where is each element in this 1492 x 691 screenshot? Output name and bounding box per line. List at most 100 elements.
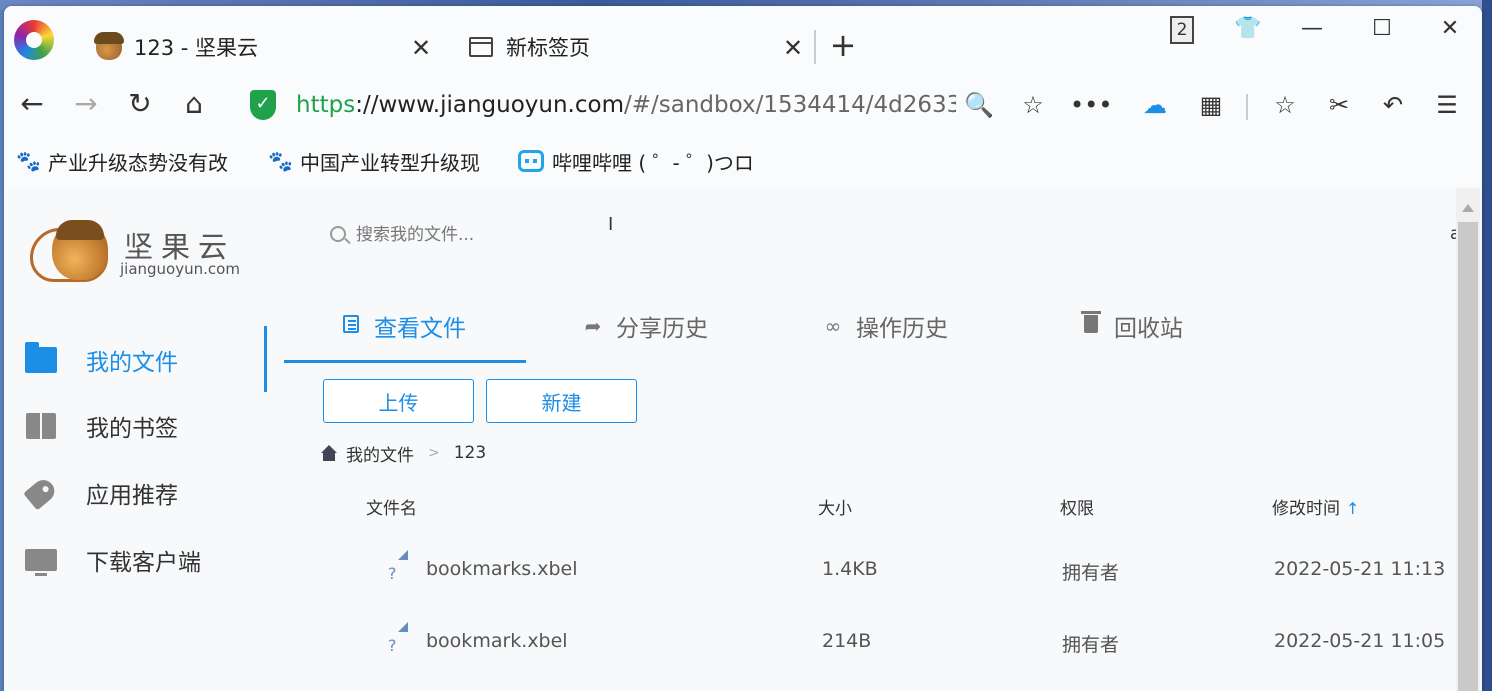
forward-icon[interactable]: → xyxy=(68,86,104,122)
new-button[interactable]: 新建 xyxy=(486,379,637,423)
favorites-list-icon[interactable]: ☆ xyxy=(1268,88,1302,122)
tab-view-files[interactable]: 查看文件 xyxy=(340,304,466,348)
sidebar-item-label: 我的文件 xyxy=(86,350,178,376)
back-icon[interactable]: ← xyxy=(14,86,50,122)
file-permission: 拥有者 xyxy=(1062,634,1120,656)
share-icon: ➦ xyxy=(584,314,602,338)
column-header-label: 修改时间 xyxy=(1272,499,1340,519)
bilibili-tv-icon xyxy=(518,150,544,172)
breadcrumb-root[interactable]: 我的文件 xyxy=(346,441,414,466)
column-header-size[interactable]: 大小 xyxy=(818,494,852,519)
unknown-file-icon: ? xyxy=(386,550,408,584)
upload-button[interactable]: 上传 xyxy=(323,379,474,423)
close-tab-icon[interactable]: ✕ xyxy=(408,34,434,62)
sidebar-item-label: 我的书签 xyxy=(86,416,178,442)
column-header-modified[interactable]: 修改时间 ↑ xyxy=(1272,494,1359,519)
sidebar-item-my-files[interactable]: 我的文件 xyxy=(24,338,178,382)
column-header-permission[interactable]: 权限 xyxy=(1060,494,1094,519)
file-size: 214B xyxy=(822,630,872,652)
logo-subtitle: jianguoyun.com xyxy=(120,260,240,278)
sort-ascending-icon: ↑ xyxy=(1346,499,1360,518)
url-host: ://www.jianguoyun.com xyxy=(355,92,624,118)
table-row[interactable]: ? bookmark.xbel 214B 拥有者 2022-05-21 11:0… xyxy=(304,614,1454,674)
sidebar-item-download-client[interactable]: 下载客户端 xyxy=(24,538,201,582)
window-count-button[interactable]: 2 xyxy=(1162,16,1202,46)
web-page: 坚果云 jianguoyun.com I a 我的文件 我的书签 应用推荐 下载… xyxy=(4,188,1482,691)
bookmarks-bar: 🐾 产业升级态势没有改 🐾 中国产业转型升级现 哔哩哔哩 ( ゜- ゜)つロ xyxy=(4,132,1482,188)
tab-label: 查看文件 xyxy=(374,316,466,342)
zoom-icon[interactable]: 🔍 xyxy=(962,88,996,122)
sidebar-item-label: 下载客户端 xyxy=(86,550,201,576)
tab-new-tab[interactable]: 新标签页 ✕ xyxy=(466,26,806,68)
reload-icon[interactable]: ↻ xyxy=(122,86,158,122)
tab-jianguoyun[interactable]: 123 - 坚果云 ✕ xyxy=(94,26,434,68)
jianguoyun-logo-icon[interactable] xyxy=(30,220,110,282)
sidebar-item-label: 应用推荐 xyxy=(86,483,178,509)
baidu-paw-icon: 🐾 xyxy=(268,149,293,173)
breadcrumb-current: 123 xyxy=(453,443,487,463)
address-bar[interactable]: https://www.jianguoyun.com/#/sandbox/153… xyxy=(296,86,956,124)
tab-title: 123 - 坚果云 xyxy=(134,36,259,60)
secure-shield-icon[interactable]: ✓ xyxy=(250,90,276,120)
toolbar-separator xyxy=(1246,94,1248,120)
search-input[interactable] xyxy=(356,220,756,250)
tag-icon xyxy=(23,475,59,511)
tab-label: 分享历史 xyxy=(616,316,708,342)
browser-window: 123 - 坚果云 ✕ 新标签页 ✕ + 2 👕 — ☐ ✕ ← → ↻ ⌂ ✓… xyxy=(4,6,1482,691)
bookmark-label: 哔哩哔哩 ( ゜- ゜)つロ xyxy=(552,150,754,175)
more-icon[interactable]: ••• xyxy=(1070,88,1112,122)
book-icon xyxy=(24,411,58,441)
search-icon xyxy=(330,226,346,242)
tab-separator xyxy=(814,30,816,64)
acorn-icon xyxy=(94,32,124,62)
url-path: /#/sandbox/1534414/4d2633 xyxy=(623,92,956,118)
text-cursor-icon: I xyxy=(608,214,614,235)
window-count-badge: 2 xyxy=(1170,16,1194,44)
breadcrumb-separator: > xyxy=(428,445,440,461)
new-tab-button[interactable]: + xyxy=(828,26,858,64)
new-tab-page-icon xyxy=(466,32,496,62)
page-scrollbar[interactable] xyxy=(1456,188,1480,691)
column-header-name[interactable]: 文件名 xyxy=(366,494,417,519)
table-row[interactable]: ? bookmarks.xbel 1.4KB 拥有者 2022-05-21 11… xyxy=(304,542,1454,602)
tab-label: 回收站 xyxy=(1114,316,1183,342)
undo-icon[interactable]: ↶ xyxy=(1376,88,1410,122)
monitor-icon xyxy=(24,545,58,576)
sidebar-item-apps[interactable]: 应用推荐 xyxy=(23,471,178,515)
file-size: 1.4KB xyxy=(822,558,878,580)
file-name[interactable]: bookmarks.xbel xyxy=(426,558,578,580)
home-icon[interactable]: ⌂ xyxy=(176,86,212,122)
bookmark-label: 中国产业转型升级现 xyxy=(300,150,480,175)
maximize-icon[interactable]: ☐ xyxy=(1362,16,1402,46)
tab-title: 新标签页 xyxy=(506,36,590,60)
tab-label: 操作历史 xyxy=(856,316,948,342)
scroll-up-arrow-icon[interactable] xyxy=(1462,204,1474,212)
tab-bar: 123 - 坚果云 ✕ 新标签页 ✕ + 2 👕 — ☐ ✕ xyxy=(4,6,1482,78)
window-close-icon[interactable]: ✕ xyxy=(1430,16,1470,46)
close-tab-icon[interactable]: ✕ xyxy=(780,34,806,62)
trash-icon xyxy=(1080,311,1102,338)
menu-icon[interactable]: ☰ xyxy=(1430,88,1464,122)
bookmark-item[interactable]: 哔哩哔哩 ( ゜- ゜)つロ xyxy=(518,146,762,176)
unknown-file-icon: ? xyxy=(386,622,408,656)
home-icon[interactable] xyxy=(320,445,338,461)
sidebar-active-indicator xyxy=(264,326,267,392)
browser-logo-icon[interactable] xyxy=(14,20,54,60)
file-permission: 拥有者 xyxy=(1062,562,1120,584)
tab-operation-history[interactable]: ∞ 操作历史 xyxy=(822,304,948,348)
bookmark-item[interactable]: 🐾 中国产业转型升级现 xyxy=(268,146,498,176)
scissors-icon[interactable]: ✂ xyxy=(1322,88,1356,122)
star-icon[interactable]: ☆ xyxy=(1016,88,1050,122)
bookmark-label: 产业升级态势没有改 xyxy=(48,150,228,175)
scroll-thumb[interactable] xyxy=(1458,222,1478,691)
cloud-sync-icon[interactable]: ☁ xyxy=(1138,88,1172,122)
file-name[interactable]: bookmark.xbel xyxy=(426,630,568,652)
sidebar-item-bookmarks[interactable]: 我的书签 xyxy=(24,404,178,448)
minimize-icon[interactable]: — xyxy=(1292,16,1332,46)
bookmark-item[interactable]: 🐾 产业升级态势没有改 xyxy=(16,146,246,176)
apps-grid-icon[interactable]: ▦ xyxy=(1194,88,1228,122)
skin-icon[interactable]: 👕 xyxy=(1228,16,1268,46)
tab-recycle-bin[interactable]: 回收站 xyxy=(1080,304,1183,348)
breadcrumb: 我的文件 > 123 xyxy=(320,438,486,468)
tab-share-history[interactable]: ➦ 分享历史 xyxy=(582,304,708,348)
